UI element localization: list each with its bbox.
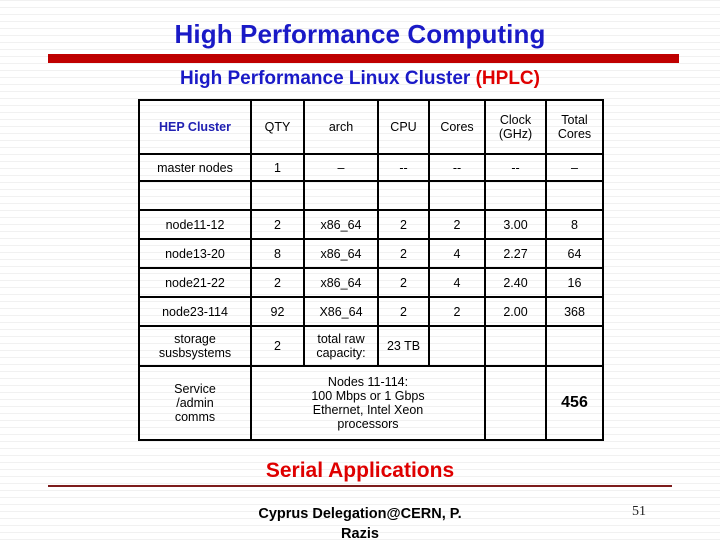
cell-arch: x86_64	[303, 238, 379, 269]
cell-cores: 2	[428, 209, 486, 240]
cell-clock: 2.27	[484, 238, 547, 269]
service-note-line1: Nodes 11-114:	[327, 375, 409, 389]
cluster-specs-table: HEP Cluster QTY arch CPU Cores Clock (GH…	[138, 99, 604, 441]
subtitle-main-text: High Performance Linux Cluster	[179, 68, 476, 89]
cell-qty	[250, 180, 305, 211]
cell-storage-total-cores	[545, 325, 604, 367]
cell-total-cores: –	[545, 153, 604, 182]
cell-clock: --	[484, 153, 547, 182]
cell-cluster: node23-114	[138, 296, 252, 327]
column-header-clock: Clock (GHz)	[484, 99, 547, 155]
cell-clock: 2.00	[484, 296, 547, 327]
cell-cores	[428, 180, 486, 211]
table-row: node21-22 2 x86_64 2 4 2.40 16	[138, 267, 604, 298]
table-row: node13-20 8 x86_64 2 4 2.27 64	[138, 238, 604, 269]
cell-cpu	[377, 180, 430, 211]
cell-cores: 4	[428, 238, 486, 269]
cell-storage-label: storage susbsystems	[138, 325, 252, 367]
cell-cluster	[138, 180, 252, 211]
cell-cpu: 2	[377, 296, 430, 327]
subtitle-accent-text: (HPLC)	[475, 68, 540, 89]
service-note-line3: Ethernet, Intel Xeon	[312, 403, 424, 417]
column-header-cluster: HEP Cluster	[138, 99, 252, 155]
cell-total-cores: 368	[545, 296, 604, 327]
table-row: master nodes 1 – -- -- -- –	[138, 153, 604, 182]
cell-total-cores: 64	[545, 238, 604, 269]
service-label-line2: /admin	[176, 396, 214, 410]
table-row-storage: storage susbsystems 2 total raw capacity…	[138, 325, 604, 367]
table-row: node11-12 2 x86_64 2 2 3.00 8	[138, 209, 604, 240]
cell-arch: X86_64	[303, 296, 379, 327]
cell-cpu: 2	[377, 238, 430, 269]
cell-total-cores	[545, 180, 604, 211]
cell-service-network-note: Nodes 11-114: 100 Mbps or 1 Gbps Etherne…	[250, 365, 486, 441]
cell-arch	[303, 180, 379, 211]
column-header-cpu: CPU	[377, 99, 430, 155]
cell-clock: 3.00	[484, 209, 547, 240]
table-header-row: HEP Cluster QTY arch CPU Cores Clock (GH…	[138, 99, 604, 155]
slide-canvas: High Performance Computing High Performa…	[0, 0, 720, 542]
cell-cluster: node21-22	[138, 267, 252, 298]
cell-total-cores: 8	[545, 209, 604, 240]
cell-cpu: 2	[377, 267, 430, 298]
cell-service-label: Service /admin comms	[138, 365, 252, 441]
section-heading: Serial Applications	[265, 459, 455, 482]
cell-arch: x86_64	[303, 267, 379, 298]
service-note-line2: 100 Mbps or 1 Gbps	[311, 389, 425, 403]
cell-storage-clock	[484, 325, 547, 367]
cell-qty: 2	[250, 209, 305, 240]
cell-cores: --	[428, 153, 486, 182]
storage-raw-line1: total raw	[317, 332, 365, 346]
cell-total-cores: 16	[545, 267, 604, 298]
cell-qty: 8	[250, 238, 305, 269]
column-header-qty: QTY	[250, 99, 305, 155]
cell-grand-total-cores: 456	[545, 365, 604, 441]
footer-credit: Cyprus Delegation@CERN, P. Razis	[160, 504, 560, 544]
cell-storage-capacity-value: 23 TB	[377, 325, 430, 367]
page-number: 51	[632, 504, 646, 519]
cell-cpu: 2	[377, 209, 430, 240]
cell-cores: 2	[428, 296, 486, 327]
cell-qty: 1	[250, 153, 305, 182]
column-header-cores: Cores	[428, 99, 486, 155]
column-header-total-cores: Total Cores	[545, 99, 604, 155]
cell-cluster: master nodes	[138, 153, 252, 182]
cell-storage-qty: 2	[250, 325, 305, 367]
cell-arch: x86_64	[303, 209, 379, 240]
cell-service-clock	[484, 365, 547, 441]
footer-credit-line2: Razis	[341, 526, 379, 542]
table-row-spacer	[138, 180, 604, 211]
storage-label-line2: susbsystems	[158, 346, 232, 360]
cell-storage-raw-capacity-label: total raw capacity:	[303, 325, 379, 367]
cell-cores: 4	[428, 267, 486, 298]
cell-clock: 2.40	[484, 267, 547, 298]
footer-credit-line1: Cyprus Delegation@CERN, P.	[258, 506, 462, 522]
service-note-line4: processors	[337, 417, 399, 431]
column-header-clock-line1: Clock	[499, 113, 532, 127]
cell-clock	[484, 180, 547, 211]
cell-cluster: node11-12	[138, 209, 252, 240]
title-divider-rule	[48, 54, 679, 63]
cluster-table-container: HEP Cluster QTY arch CPU Cores Clock (GH…	[138, 99, 604, 441]
cell-cpu: --	[377, 153, 430, 182]
column-header-total-line2: Cores	[557, 127, 592, 141]
service-label-line3: comms	[174, 410, 216, 424]
storage-label-line1: storage	[174, 332, 216, 346]
footer-divider-rule	[48, 485, 672, 487]
table-row: node23-114 92 X86_64 2 2 2.00 368	[138, 296, 604, 327]
column-header-total-line1: Total	[561, 113, 588, 127]
column-header-clock-line2: (GHz)	[498, 127, 533, 141]
subtitle: High Performance Linux Cluster (HPLC)	[0, 68, 720, 90]
cell-storage-cores	[428, 325, 486, 367]
table-row-service: Service /admin comms Nodes 11-114: 100 M…	[138, 365, 604, 441]
cell-qty: 2	[250, 267, 305, 298]
cell-cluster: node13-20	[138, 238, 252, 269]
storage-raw-line2: capacity:	[316, 346, 366, 360]
service-label-line1: Service	[174, 382, 216, 396]
column-header-arch: arch	[303, 99, 379, 155]
page-title: High Performance Computing	[174, 19, 546, 49]
cell-qty: 92	[250, 296, 305, 327]
cell-arch: –	[303, 153, 379, 182]
